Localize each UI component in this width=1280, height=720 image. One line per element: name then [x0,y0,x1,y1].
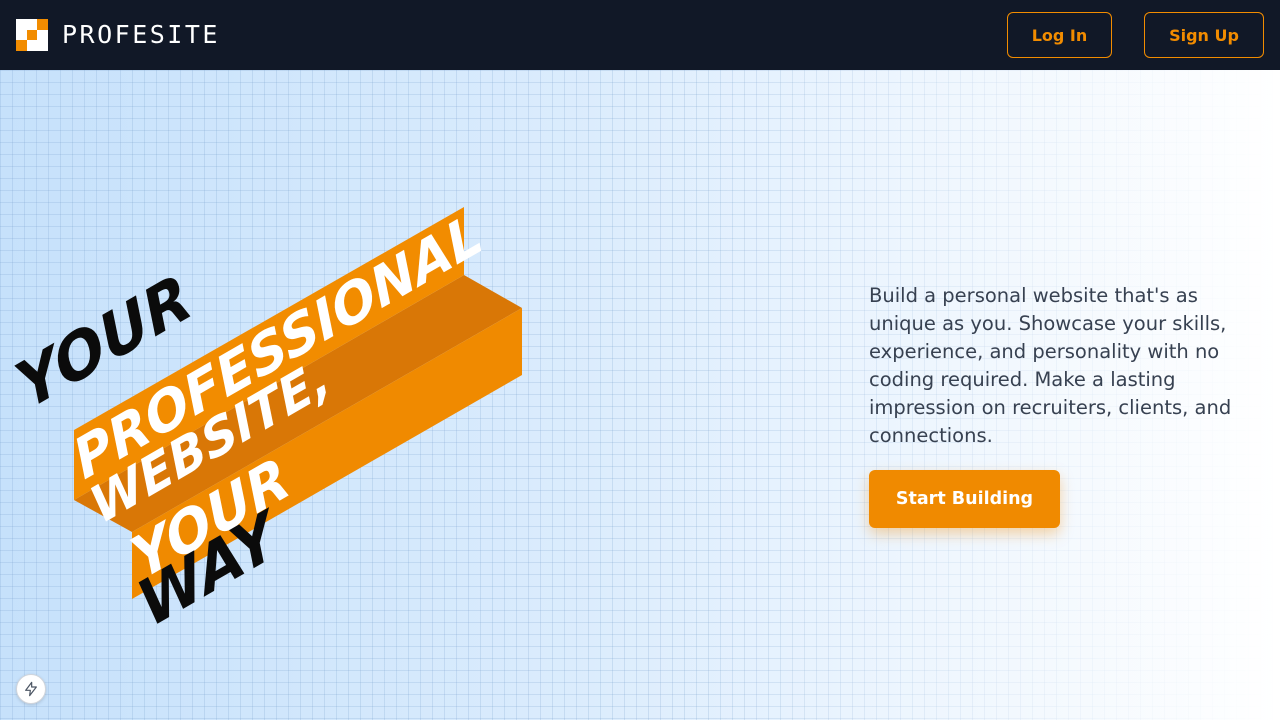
pixel-checker-logo-icon [16,19,48,51]
hero-description: Build a personal website that's as uniqu… [869,284,1232,447]
brand-name: PROFESITE [62,20,220,49]
start-building-button[interactable]: Start Building [869,470,1060,528]
floating-action-button[interactable] [16,674,46,704]
hero-copy: Build a personal website that's as uniqu… [869,282,1269,528]
brand-logo[interactable]: PROFESITE [16,19,220,51]
hero-section: YOUR PROFESSIONAL WEBSITE, YOUR WAY Buil… [0,70,1280,720]
top-navbar: PROFESITE Log In Sign Up [0,0,1280,70]
lightning-bolt-icon [25,681,37,697]
signup-button[interactable]: Sign Up [1144,12,1264,58]
login-button[interactable]: Log In [1007,12,1112,58]
hero-3d-typography: YOUR PROFESSIONAL WEBSITE, YOUR WAY [6,201,522,642]
